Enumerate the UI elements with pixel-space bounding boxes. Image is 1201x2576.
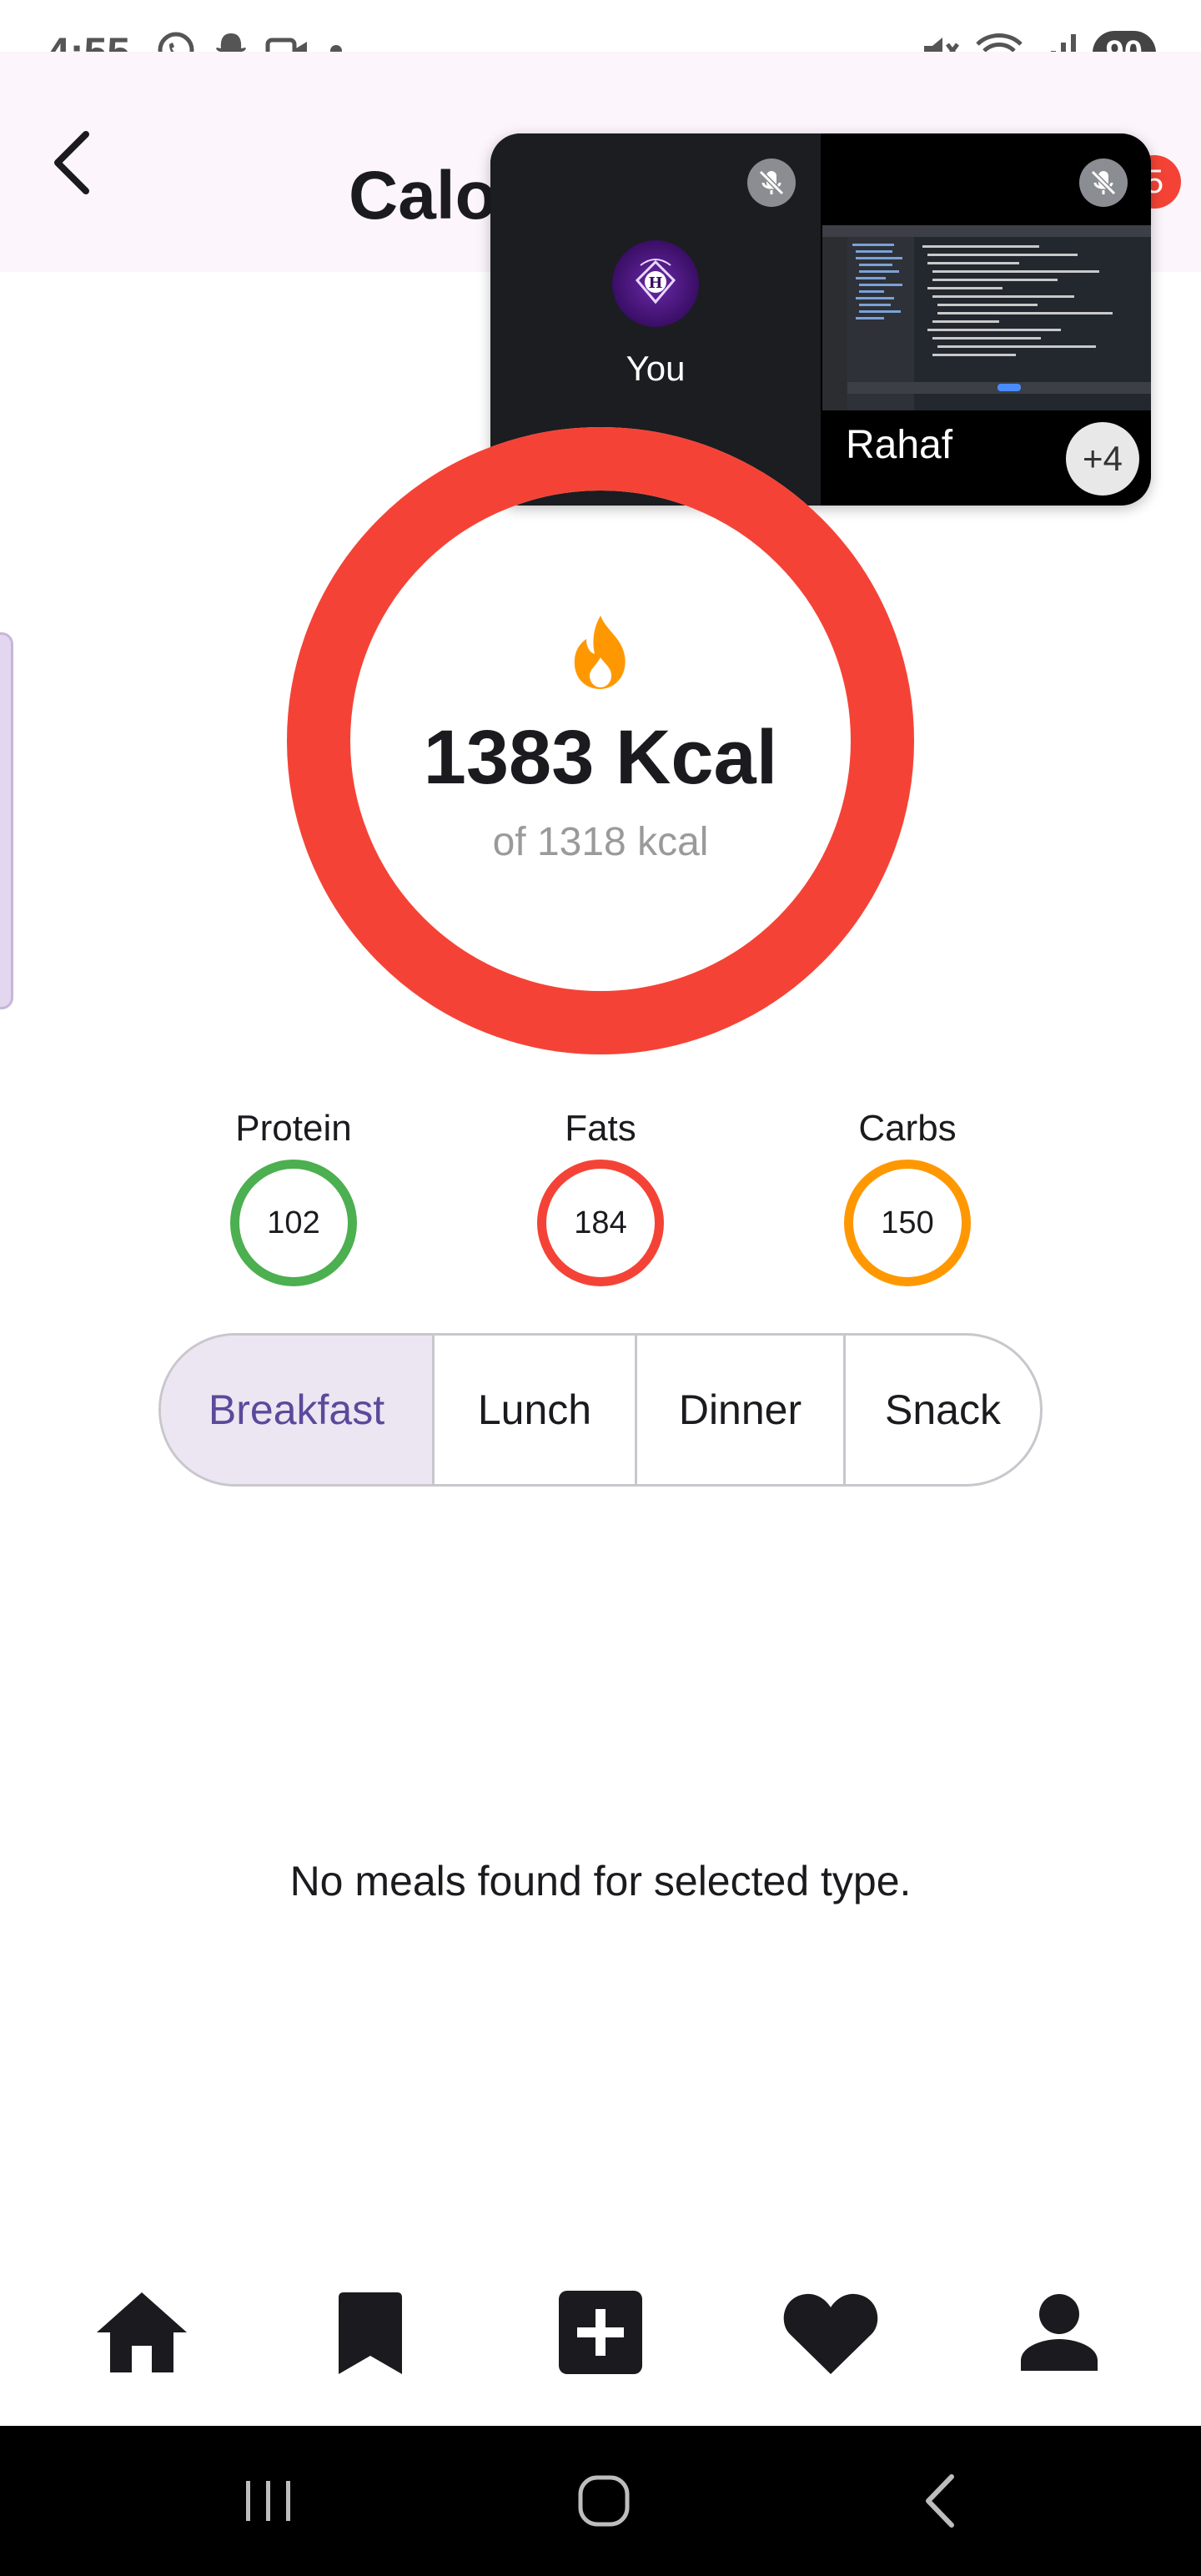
tab-snack[interactable]: Snack: [846, 1336, 1040, 1484]
tab-lunch[interactable]: Lunch: [435, 1336, 637, 1484]
empty-state-message: No meals found for selected type.: [289, 1858, 912, 1904]
more-participants-badge[interactable]: +4: [1066, 422, 1139, 496]
calories-consumed: 1383 Kcal: [423, 715, 778, 800]
macro-protein: Protein 102: [202, 1108, 385, 1286]
nav-add[interactable]: [542, 2274, 659, 2391]
page-title: Calo: [349, 158, 497, 234]
macro-ring: 102: [230, 1160, 357, 1286]
bookmark-icon: [339, 2292, 402, 2374]
flame-icon: [574, 616, 626, 689]
mic-off-icon: [747, 158, 796, 207]
home-system-button[interactable]: [554, 2459, 654, 2543]
meal-type-selector: Breakfast Lunch Dinner Snack: [158, 1333, 1043, 1487]
home-icon: [97, 2292, 187, 2372]
calories-target: of 1318 kcal: [492, 820, 709, 864]
nav-home[interactable]: [83, 2274, 200, 2391]
macro-carbs: Carbs 150: [816, 1108, 999, 1286]
macro-ring: 184: [537, 1160, 664, 1286]
system-navigation-bar: [0, 2426, 1201, 2576]
macro-fats: Fats 184: [509, 1108, 692, 1286]
self-label: You: [626, 349, 686, 388]
add-box-icon: [559, 2291, 642, 2374]
recent-apps-button[interactable]: [219, 2459, 319, 2543]
macro-value: 184: [574, 1205, 627, 1240]
nav-favorites[interactable]: [772, 2274, 889, 2391]
nav-bookmarks[interactable]: [312, 2274, 429, 2391]
back-button[interactable]: [42, 117, 100, 209]
macro-ring: 150: [844, 1160, 971, 1286]
back-icon: [926, 2474, 954, 2528]
screen-share-preview: [822, 225, 1151, 410]
bottom-navigation: [0, 2252, 1201, 2426]
avatar: H: [612, 240, 699, 327]
chevron-left-icon: [54, 131, 89, 194]
edge-panel-handle[interactable]: [0, 632, 13, 1009]
status-bar: 4:55 90: [0, 0, 1201, 76]
person-icon: [1021, 2294, 1098, 2371]
avatar-letter: H: [648, 274, 662, 292]
macro-label: Protein: [235, 1108, 352, 1149]
home-circle-icon: [578, 2475, 630, 2527]
heart-icon: [783, 2293, 878, 2374]
macro-label: Fats: [565, 1108, 636, 1149]
macro-value: 150: [881, 1205, 934, 1240]
tab-breakfast[interactable]: Breakfast: [161, 1336, 435, 1484]
mic-off-icon: [1079, 158, 1128, 207]
macro-value: 102: [267, 1205, 320, 1240]
macro-label: Carbs: [858, 1108, 957, 1149]
nav-profile[interactable]: [1001, 2274, 1118, 2391]
back-system-button[interactable]: [891, 2459, 991, 2543]
recent-apps-icon: [246, 2481, 290, 2521]
tab-dinner[interactable]: Dinner: [637, 1336, 846, 1484]
